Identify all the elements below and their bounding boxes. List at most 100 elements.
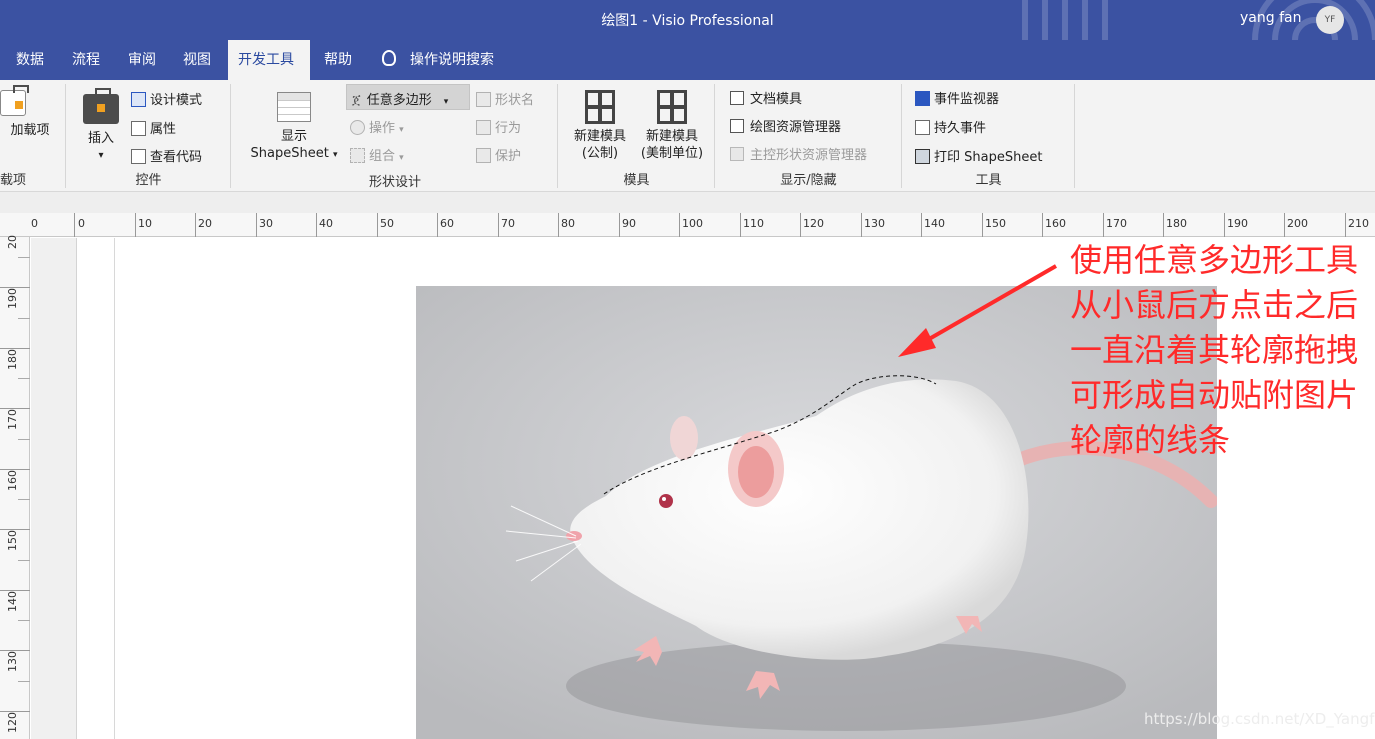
group-label-tools: 工具 xyxy=(975,173,1002,188)
annotation-line: 一直沿着其轮廓拖拽 xyxy=(1070,331,1359,369)
tab-review[interactable]: 审阅 xyxy=(118,40,166,80)
ruler-label: 10 xyxy=(138,217,152,230)
design-mode-button[interactable]: 设计模式 xyxy=(131,89,202,108)
group-label-controls: 控件 xyxy=(135,173,162,188)
chevron-down-icon: ▾ xyxy=(98,150,104,161)
properties-label: 属性 xyxy=(150,122,177,137)
new-stencil-metric-button[interactable]: 新建模具 (公制) xyxy=(567,90,633,162)
ruler-tick xyxy=(18,378,30,379)
addins-gear-icon xyxy=(0,85,29,116)
tell-me-label: 操作说明搜索 xyxy=(410,52,494,68)
new-stencil-metric-label: 新建模具 xyxy=(573,129,626,144)
document-stencil-label: 文档模具 xyxy=(750,92,803,107)
ruler-tick xyxy=(18,257,30,258)
event-monitor-button[interactable]: 事件监视器 xyxy=(915,88,999,107)
user-name[interactable]: yang fan xyxy=(1240,10,1301,26)
ruler-label: 140 xyxy=(924,217,945,230)
lightbulb-icon xyxy=(382,50,396,66)
master-explorer-checkbox[interactable]: 主控形状资源管理器 xyxy=(730,144,867,163)
annotation-line: 从小鼠后方点击之后 xyxy=(1070,286,1359,324)
ruler-label: 160 xyxy=(1045,217,1066,230)
tab-data[interactable]: 数据 xyxy=(6,40,54,80)
watermark: https://blog.csdn.net/XD_Yangf xyxy=(1144,710,1375,728)
checkbox-icon xyxy=(730,147,744,161)
ruler-label: 50 xyxy=(380,217,394,230)
new-stencil-us-button[interactable]: 新建模具 (美制单位) xyxy=(635,90,709,162)
ruler-tick xyxy=(921,213,922,237)
properties-button[interactable]: 属性 xyxy=(131,118,176,137)
ruler-label: 150 xyxy=(985,217,1006,230)
tab-view[interactable]: 视图 xyxy=(173,40,221,80)
shapesheet-icon xyxy=(277,92,311,122)
event-monitor-label: 事件监视器 xyxy=(934,92,1000,107)
ribbon: 加载项 载项 插入 ▾ 设计模式 属性 查看代码 控件 显示 ShapeShee… xyxy=(0,80,1375,192)
horizontal-ruler[interactable]: 0 0 10 20 30 40 50 60 70 80 90 100 110 1… xyxy=(0,213,1375,237)
ruler-label: 120 xyxy=(803,217,824,230)
new-stencil-metric-sub: (公制) xyxy=(581,146,619,161)
ruler-label: 120 xyxy=(6,712,19,733)
ruler-tick xyxy=(558,213,559,237)
shape-name-button[interactable]: 形状名 xyxy=(476,89,534,108)
persistent-events-button[interactable]: 持久事件 xyxy=(915,117,986,136)
ruler-tick xyxy=(1224,213,1225,237)
shape-name-label: 形状名 xyxy=(495,93,535,108)
ruler-tick xyxy=(135,213,136,237)
window-title: 绘图1 - Visio Professional xyxy=(601,13,774,29)
persistent-events-label: 持久事件 xyxy=(934,121,987,136)
insert-label: 插入 xyxy=(87,131,114,146)
ruler-label: 160 xyxy=(6,470,19,491)
design-mode-label: 设计模式 xyxy=(150,93,203,108)
new-stencil-us-label: 新建模具 xyxy=(645,129,698,144)
ruler-label: 130 xyxy=(6,651,19,672)
checkbox-icon xyxy=(730,119,744,133)
ruler-label: 190 xyxy=(1227,217,1248,230)
freeform-icon: ጀ xyxy=(352,93,361,108)
document-stencil-checkbox[interactable]: 文档模具 xyxy=(730,88,802,107)
ruler-tick xyxy=(800,213,801,237)
ruler-tick xyxy=(0,408,30,409)
tab-developer[interactable]: 开发工具 xyxy=(228,40,310,80)
ruler-label: 90 xyxy=(622,217,636,230)
group-label-stencil: 模具 xyxy=(623,173,650,188)
drawing-explorer-checkbox[interactable]: 绘图资源管理器 xyxy=(730,116,841,135)
ribbon-gap xyxy=(0,192,1375,213)
operations-label: 操作 xyxy=(369,121,396,136)
addins-button[interactable]: 加载项 xyxy=(0,85,60,139)
ruler-label: 180 xyxy=(6,349,19,370)
operations-button[interactable]: 操作 ▾ xyxy=(350,117,404,136)
tab-process[interactable]: 流程 xyxy=(62,40,110,80)
group-label: 组合 xyxy=(369,149,396,164)
view-code-button[interactable]: 查看代码 xyxy=(131,146,202,165)
insert-control-button[interactable]: 插入 ▾ xyxy=(77,88,125,164)
ruler-tick xyxy=(498,213,499,237)
ruler-label: 140 xyxy=(6,591,19,612)
vertical-ruler[interactable]: 20 190 180 170 160 150 140 130 120 xyxy=(0,235,30,739)
ruler-label: 60 xyxy=(440,217,454,230)
ruler-tick xyxy=(0,287,30,288)
show-shapesheet-button[interactable]: 显示 ShapeSheet ▾ xyxy=(244,92,344,164)
list-icon xyxy=(131,121,146,136)
ruler-label: 200 xyxy=(1287,217,1308,230)
ruler-label: 170 xyxy=(1106,217,1127,230)
group-button[interactable]: 组合 ▾ xyxy=(350,145,404,164)
protection-icon xyxy=(476,148,491,163)
avatar[interactable]: YF xyxy=(1316,6,1344,34)
freeform-label: 任意多边形 xyxy=(366,93,432,108)
ruler-tick xyxy=(619,213,620,237)
tab-help[interactable]: 帮助 xyxy=(314,40,362,80)
ruler-label: 100 xyxy=(682,217,703,230)
ruler-label: 40 xyxy=(319,217,333,230)
shape-name-icon xyxy=(476,92,491,107)
freeform-tool-button[interactable]: ጀ 任意多边形 ▾ xyxy=(352,89,448,108)
tell-me-search[interactable]: 操作说明搜索 xyxy=(382,40,494,80)
group-show-hide: 文档模具 绘图资源管理器 主控形状资源管理器 显示/隐藏 xyxy=(716,84,902,188)
ribbon-tabs: 数据 流程 审阅 视图 开发工具 帮助 操作说明搜索 xyxy=(0,40,1375,80)
behavior-button[interactable]: 行为 xyxy=(476,117,521,136)
print-shapesheet-button[interactable]: 打印 ShapeSheet xyxy=(915,146,1042,165)
protection-button[interactable]: 保护 xyxy=(476,145,521,164)
ruler-tick xyxy=(0,348,30,349)
ruler-label: 0 xyxy=(31,217,38,230)
annotation-line: 轮廓的线条 xyxy=(1070,421,1231,459)
ruler-tick xyxy=(195,213,196,237)
ruler-pencil-icon xyxy=(131,92,146,107)
